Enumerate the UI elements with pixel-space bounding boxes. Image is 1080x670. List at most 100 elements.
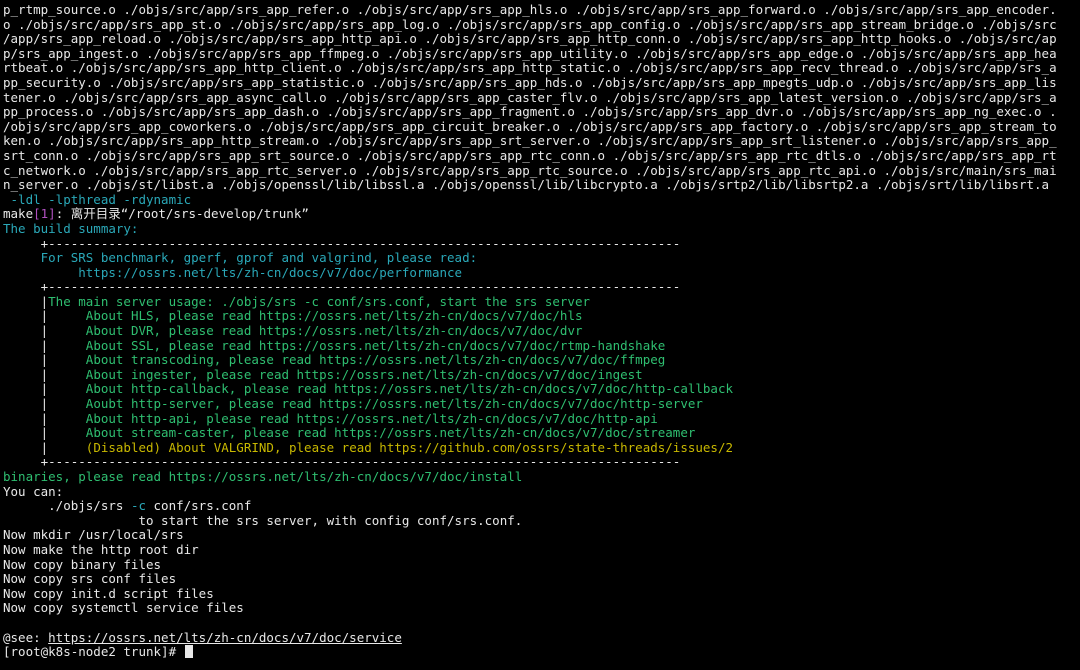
terminal-line: Now mkdir /usr/local/srs (3, 528, 1078, 543)
terminal-line: rtbeat.o ./objs/src/app/srs_app_http_cli… (3, 61, 1078, 76)
terminal-text: pp_security.o ./objs/src/app/srs_app_sta… (3, 75, 1057, 90)
terminal-link[interactable]: https://ossrs.net/lts/zh-cn/docs/v7/doc/… (48, 631, 402, 645)
terminal-line: to start the srs server, with config con… (3, 514, 1078, 529)
terminal-text: -c (130, 499, 146, 514)
terminal-text: About transcoding, please read https://o… (85, 353, 666, 368)
terminal-text: to start the srs server, with config con… (3, 513, 523, 528)
terminal-text: | (3, 294, 49, 309)
terminal-output[interactable]: p_rtmp_source.o ./objs/src/app/srs_app_r… (3, 3, 1078, 667)
terminal-text: : 离开目录“/root/srs-develop/trunk” (55, 207, 309, 222)
terminal-text: binaries, please read https://ossrs.net/… (3, 470, 523, 484)
terminal-text: +---------------------------------------… (3, 455, 681, 470)
terminal-text: | (3, 338, 86, 353)
terminal-cursor[interactable] (184, 645, 193, 659)
terminal-text: o ./objs/src/app/srs_app_st.o ./objs/src… (3, 17, 1057, 32)
terminal-text: -ldl -lpthread -rdynamic (3, 192, 192, 207)
terminal-line: | About stream-caster, please read https… (3, 426, 1078, 441)
terminal-text: For SRS benchmark, gperf, gprof and valg… (3, 251, 478, 266)
terminal-line: https://ossrs.net/lts/zh-cn/docs/v7/doc/… (3, 266, 1078, 281)
terminal-line: p/srs_app_ingest.o ./objs/src/app/srs_ap… (3, 47, 1078, 62)
terminal-text: Now copy init.d script files (3, 586, 214, 601)
terminal-line: -ldl -lpthread -rdynamic (3, 193, 1078, 208)
terminal-line: | About DVR, please read https://ossrs.n… (3, 324, 1078, 339)
terminal-text: | (3, 367, 86, 382)
terminal-text: | (3, 353, 86, 368)
terminal-text: About http-api, please read https://ossr… (85, 411, 658, 426)
terminal-line: You can: (3, 485, 1078, 500)
terminal-text: (Disabled) About VALGRIND, please read h… (85, 440, 734, 455)
terminal-text: [1] (33, 207, 56, 222)
terminal-text: Aoubt http-server, please read https://o… (85, 397, 703, 412)
terminal-line: | About http-api, please read https://os… (3, 412, 1078, 427)
terminal-line: | About transcoding, please read https:/… (3, 353, 1078, 368)
terminal-text: The build summary: (3, 221, 139, 236)
terminal-text: | (3, 324, 86, 339)
terminal-line: o ./objs/src/app/srs_app_st.o ./objs/src… (3, 18, 1078, 33)
terminal-text: | (3, 382, 86, 397)
terminal-line: Now copy init.d script files (3, 587, 1078, 602)
terminal-text: make (3, 207, 34, 222)
terminal-line: binaries, please read https://ossrs.net/… (3, 470, 1078, 485)
terminal-text: +---------------------------------------… (3, 280, 681, 295)
terminal-line: pp_security.o ./objs/src/app/srs_app_sta… (3, 76, 1078, 91)
terminal-line: pp_process.o ./objs/src/app/srs_app_dash… (3, 105, 1078, 120)
terminal-line: | About ingester, please read https://os… (3, 368, 1078, 383)
terminal-text: @see: (3, 630, 49, 645)
terminal-text: Now copy srs conf files (3, 572, 177, 587)
terminal-line: | Aoubt http-server, please read https:/… (3, 397, 1078, 412)
terminal-line: | (Disabled) About VALGRIND, please read… (3, 441, 1078, 456)
terminal-line: The build summary: (3, 222, 1078, 237)
terminal-text: | (3, 426, 86, 441)
terminal-line: n_server.o ./objs/st/libst.a ./objs/open… (3, 178, 1078, 193)
terminal-line: Now copy systemctl service files (3, 601, 1078, 616)
terminal-text: Now copy systemctl service files (3, 601, 244, 616)
shell-prompt-line: [root@k8s-node2 trunk]# (3, 645, 1078, 660)
terminal-text: Now mkdir /usr/local/srs (3, 528, 184, 543)
terminal-text: About DVR, please read https://ossrs.net… (85, 324, 583, 339)
terminal-text: /app/srs_app_reload.o ./objs/src/app/srs… (3, 32, 1057, 47)
terminal-text: The main server usage: ./objs/srs -c con… (48, 294, 591, 309)
terminal-line: tener.o ./objs/src/app/srs_app_async_cal… (3, 91, 1078, 106)
terminal-text: p/srs_app_ingest.o ./objs/src/app/srs_ap… (3, 46, 1057, 61)
terminal-text: https://ossrs.net/lts/zh-cn/docs/v7/doc/… (3, 265, 463, 280)
terminal-line: |The main server usage: ./objs/srs -c co… (3, 295, 1078, 310)
terminal-line: Now copy binary files (3, 558, 1078, 573)
terminal-line: Now make the http root dir (3, 543, 1078, 558)
terminal-text: ./objs/srs (3, 499, 131, 514)
terminal-text: About http-callback, please read https:/… (85, 382, 734, 397)
terminal-line: p_rtmp_source.o ./objs/src/app/srs_app_r… (3, 3, 1078, 18)
terminal-text: [root@k8s-node2 trunk]# (3, 645, 184, 660)
terminal-text: | (3, 411, 86, 426)
terminal-line: srt_conn.o ./objs/src/app/srs_app_srt_so… (3, 149, 1078, 164)
terminal-line: | About HLS, please read https://ossrs.n… (3, 309, 1078, 324)
terminal-text: About HLS, please read https://ossrs.net… (85, 309, 583, 324)
terminal-line: /app/srs_app_reload.o ./objs/src/app/srs… (3, 32, 1078, 47)
terminal-text: p_rtmp_source.o ./objs/src/app/srs_app_r… (3, 3, 1057, 17)
terminal-text: srt_conn.o ./objs/src/app/srs_app_srt_so… (3, 148, 1057, 163)
terminal-line: | About SSL, please read https://ossrs.n… (3, 339, 1078, 354)
terminal-line: @see: https://ossrs.net/lts/zh-cn/docs/v… (3, 631, 1078, 646)
terminal-line: ./objs/srs -c conf/srs.conf (3, 499, 1078, 514)
terminal-line: make[1]: 离开目录“/root/srs-develop/trunk” (3, 207, 1078, 222)
terminal-text: /objs/src/app/srs_app_coworkers.o ./objs… (3, 119, 1057, 134)
terminal-text: conf/srs.conf (146, 499, 252, 514)
terminal-line: +---------------------------------------… (3, 455, 1078, 470)
terminal-text: n_server.o ./objs/st/libst.a ./objs/open… (3, 178, 1050, 193)
terminal-line: /objs/src/app/srs_app_coworkers.o ./objs… (3, 120, 1078, 135)
terminal-line: Now copy srs conf files (3, 572, 1078, 587)
terminal-line: c_network.o ./objs/src/app/srs_app_rtc_s… (3, 164, 1078, 179)
terminal-text: Now make the http root dir (3, 542, 199, 557)
terminal-text: You can: (3, 484, 64, 499)
terminal-text: c_network.o ./objs/src/app/srs_app_rtc_s… (3, 163, 1057, 178)
terminal-text: About stream-caster, please read https:/… (85, 426, 696, 441)
terminal-text: About SSL, please read https://ossrs.net… (85, 338, 666, 353)
terminal-text: ken.o ./objs/src/app/srs_app_http_stream… (3, 134, 1057, 149)
terminal-line: | About http-callback, please read https… (3, 382, 1078, 397)
terminal-text: Now copy binary files (3, 557, 162, 572)
terminal-text: rtbeat.o ./objs/src/app/srs_app_http_cli… (3, 61, 1057, 76)
terminal-line: +---------------------------------------… (3, 237, 1078, 252)
terminal-line: ken.o ./objs/src/app/srs_app_http_stream… (3, 134, 1078, 149)
terminal-line: +---------------------------------------… (3, 280, 1078, 295)
terminal-line: For SRS benchmark, gperf, gprof and valg… (3, 251, 1078, 266)
